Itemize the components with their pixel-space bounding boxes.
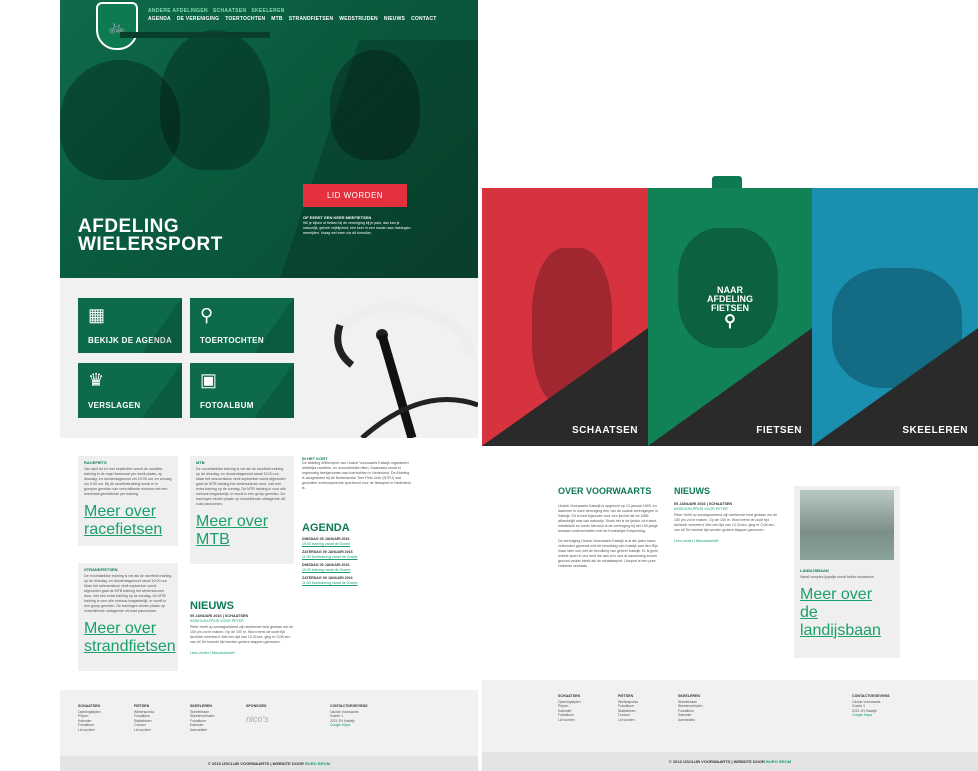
landijsbaan-box: LANDIJSBAAN Vanaf complex ijspalijs word… — [794, 486, 900, 658]
nieuws-heading: NIEUWS — [190, 600, 234, 612]
top-navigation: ANDERE AFDELINGEN SCHAATSEN SKEELEREN AGEN… — [148, 8, 443, 22]
news-item: 05 JANUARI 2016 | SCHAATSEN ASSEGON-PRIJ… — [190, 614, 294, 656]
strandfietsen-link[interactable]: Meer over strandfietsen — [84, 620, 176, 656]
nav-contact[interactable]: CONTACT — [411, 16, 436, 22]
road-bike-image — [334, 302, 478, 438]
racefiets-box: RACEFIETS Van april tot en met september… — [78, 456, 178, 546]
home-page: bike-icon🚲 SCHAATSEN NAARAFDELINGFIETSEN… — [482, 172, 978, 771]
copyright-bar: © 2016 IJSCLUB VOORWAARTS | WEBSITE DOOR… — [60, 756, 478, 771]
club-logo[interactable]: bike-icon🚲 — [96, 2, 138, 50]
panel-fietsen[interactable]: NAAR AFDELING FIETSEN ⚲ FIETSEN — [648, 188, 812, 446]
nav-wedstrijden[interactable]: WEDSTRIJDEN — [339, 16, 378, 22]
agenda-item[interactable]: DINSDAG 05 JANUARI 2016 19:00 training va… — [302, 563, 412, 573]
footer-col-fietsen: FIETSEN Wielersporda Fotoalbum Statistieke… — [618, 694, 638, 722]
page-title: AFDELING WIELERSPORT — [78, 216, 223, 255]
footer: SCHAATSEN Openingstijden Prijzen Kalender F… — [482, 680, 978, 771]
in-het-kort: IN HET KORT De afdeling Wielersport van … — [302, 456, 411, 490]
nav-nieuws[interactable]: NIEUWS — [384, 16, 405, 22]
sponsor-logo[interactable]: nico's — [246, 714, 269, 722]
tile-fotoalbum[interactable]: ▣ FOTOALBUM — [190, 363, 294, 418]
footer-col-schaatsen: SCHAATSEN Openingstijden Prijzen Kalender F… — [558, 694, 581, 722]
tile-verslagen[interactable]: ♛ VERSLAGEN — [78, 363, 182, 418]
footer-col-skeeleren: SKEELEREN Skeelerbaan Skeelerverhalen Foto… — [190, 704, 215, 732]
agenda-list: DINSDAG 05 JANUARI 2016 19:00 training va… — [302, 537, 412, 589]
hero-banner: bike-icon🚲 ANDERE AFDELINGEN SCHAATSEN SKE… — [60, 0, 478, 278]
mtb-link[interactable]: Meer over MTB — [196, 513, 288, 549]
nav-schaatsen[interactable]: SCHAATSEN — [213, 8, 246, 14]
lid-info: OF EERST EEN KEER MEEFIETSEN Wil je kijk… — [303, 215, 411, 235]
news-links[interactable]: Lees verder | Nieuwsarchief — [674, 539, 778, 544]
naar-fietsen: NAAR AFDELING FIETSEN ⚲ — [648, 286, 812, 330]
nav-toertochten[interactable]: TOERTOCHTEN — [225, 16, 265, 22]
copyright-bar: © 2016 IJSCLUB VOORWAARTS | WEBSITE DOOR… — [482, 752, 978, 771]
racefiets-link[interactable]: Meer over racefietsen — [84, 503, 172, 539]
tile-agenda[interactable]: ▦ BEKIJK DE AGENDA — [78, 298, 182, 353]
nav-skeeleren[interactable]: SKEELEREN — [251, 8, 284, 14]
strandfietsen-box: STRANDFIETSEN De mountainbike training i… — [78, 563, 178, 671]
footer-col-fietsen: FIETSEN Wielersporda Fotoalbum Statistieke… — [134, 704, 154, 732]
mtb-box: MTB De mountainbike training is net als … — [190, 456, 294, 564]
over-text: IJsclub Voorwaarts Katwijk is opgericht … — [558, 504, 659, 568]
panel-skeeleren[interactable]: SKEELEREN — [812, 188, 978, 446]
nav-agenda[interactable]: AGENDA — [148, 16, 171, 22]
footer-col-sponsors: SPONSORS nico's — [246, 704, 269, 724]
calendar-icon: ▦ — [88, 305, 106, 325]
agenda-heading: AGENDA — [302, 522, 350, 534]
tile-toertochten[interactable]: ⚲ TOERTOCHTEN — [190, 298, 294, 353]
agenda-item[interactable]: ZATERDAG 09 JANUARI 2016 11:00 Duintraini… — [302, 550, 412, 560]
nav-strandfietsen[interactable]: STRANDFIETSEN — [289, 16, 334, 22]
lid-worden-button[interactable]: LID WORDEN — [303, 184, 407, 207]
cyclist-photo — [160, 30, 270, 170]
landijsbaan-photo — [800, 490, 894, 560]
secondary-nav: ANDERE AFDELINGEN SCHAATSEN SKEELEREN — [148, 8, 443, 14]
footer-col-contact: CONTACTGEGEVENS IJsclub Voorwaarts Goerie… — [330, 704, 368, 728]
wielersport-page: bike-icon🚲 ANDERE AFDELINGEN SCHAATSEN SKE… — [60, 0, 478, 771]
nav-de-vereniging[interactable]: DE VERENIGING — [177, 16, 219, 22]
panel-schaatsen[interactable]: SCHAATSEN — [482, 188, 648, 446]
agenda-item[interactable]: ZATERDAG 09 JANUARI 2016 11:00 Duintraini… — [302, 576, 412, 586]
trophy-icon: ♛ — [88, 370, 105, 390]
agenda-item[interactable]: DINSDAG 05 JANUARI 2016 19:00 training va… — [302, 537, 412, 547]
over-heading: OVER VOORWAARTS — [558, 486, 652, 496]
primary-nav: AGENDA DE VERENIGING TOERTOCHTEN MTB STRANDF… — [148, 16, 443, 22]
breadcrumb — [120, 32, 270, 38]
news-item: 05 JANUARI 2016 | SCHAATSEN ASSEGON-PRIJ… — [674, 502, 778, 544]
footer: SCHAATSEN Openingstijden Prijzen Kalender F… — [60, 690, 478, 771]
nav-andere-afdelingen[interactable]: ANDERE AFDELINGEN — [148, 8, 208, 14]
news-links[interactable]: Lees verder | Nieuwsarchief — [190, 651, 294, 656]
nav-mtb[interactable]: MTB — [271, 16, 282, 22]
photo-icon: ▣ — [200, 370, 218, 390]
footer-col-skeeleren: SKEELEREN Skeelerbaan Skeelerverhalen Foto… — [678, 694, 703, 722]
cyclist-photo — [330, 50, 420, 160]
nieuws-heading: NIEUWS — [674, 486, 710, 496]
credit-link[interactable]: BURO BROM — [305, 761, 330, 766]
bike-icon: ⚲ — [200, 305, 214, 325]
footer-col-contact: CONTACTGEGEVENS IJsclub Voorwaarts Goerie… — [852, 694, 890, 718]
bike-icon: ⚲ — [724, 313, 736, 330]
credit-link[interactable]: BURO BROM — [766, 759, 791, 764]
landijsbaan-link[interactable]: Meer over de landijsbaan — [800, 586, 894, 640]
footer-col-schaatsen: SCHAATSEN Openingstijden Prijzen Kalender F… — [78, 704, 101, 732]
